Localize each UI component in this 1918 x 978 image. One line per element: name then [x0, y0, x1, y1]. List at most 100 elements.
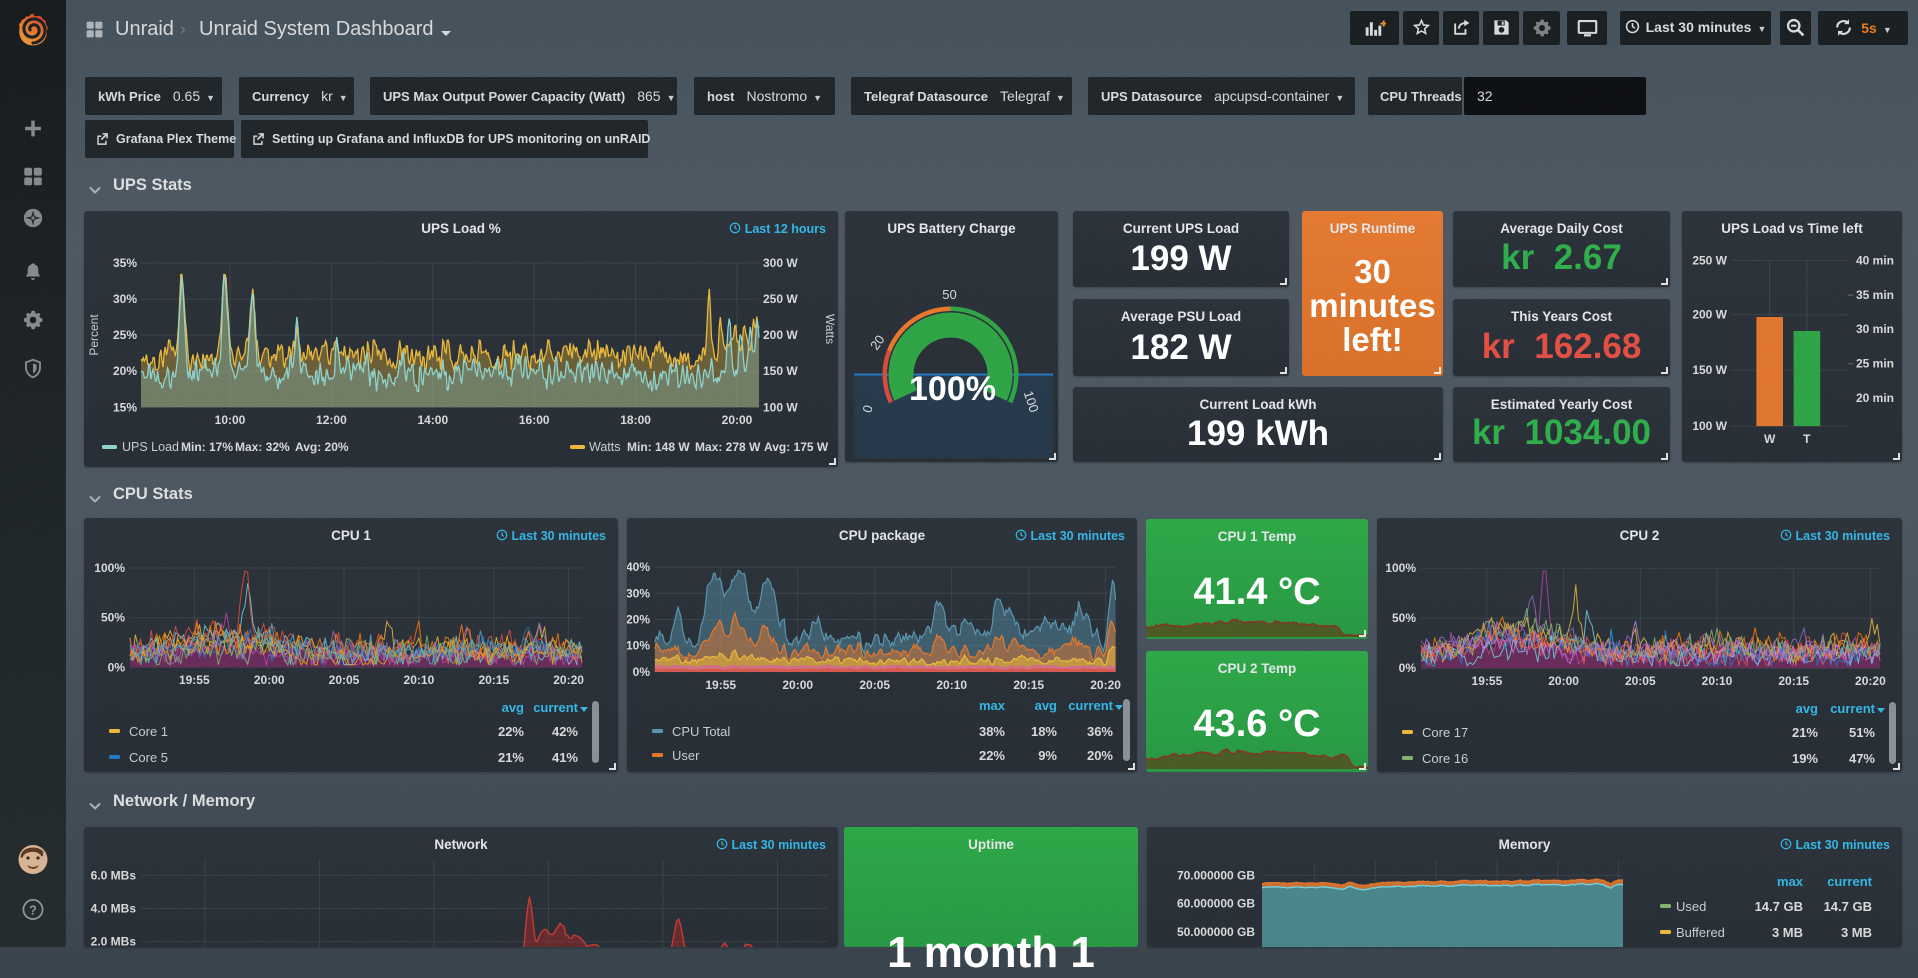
- svg-text:18%: 18%: [1031, 724, 1057, 739]
- svg-text:20:15: 20:15: [1778, 674, 1809, 688]
- svg-text:current: current: [1830, 701, 1875, 716]
- svg-text:?: ?: [29, 903, 37, 917]
- svg-text:current: current: [533, 700, 578, 715]
- svg-text:Watts: Watts: [589, 440, 620, 454]
- svg-text:10:00: 10:00: [215, 413, 246, 427]
- svg-text:Avg: 175 W: Avg: 175 W: [764, 440, 829, 454]
- svg-text:35%: 35%: [113, 256, 137, 270]
- svg-text:UPS Load: UPS Load: [122, 440, 179, 454]
- svg-text:Watts: Watts: [823, 314, 837, 344]
- svg-text:2.0 MBs: 2.0 MBs: [91, 935, 137, 947]
- svg-text:6.0 MBs: 6.0 MBs: [91, 868, 137, 882]
- svg-text:20:10: 20:10: [404, 673, 435, 687]
- svg-text:3 MB: 3 MB: [1841, 925, 1872, 940]
- svg-text:20:15: 20:15: [478, 673, 509, 687]
- svg-text:Core 16: Core 16: [1422, 751, 1468, 766]
- svg-text:42%: 42%: [552, 724, 578, 739]
- svg-text:300 W: 300 W: [763, 256, 798, 270]
- svg-text:20:05: 20:05: [859, 678, 890, 692]
- svg-text:max: max: [979, 698, 1006, 713]
- svg-text:20%: 20%: [1087, 748, 1113, 763]
- svg-text:Buffered: Buffered: [1676, 925, 1725, 940]
- svg-text:3 MB: 3 MB: [1772, 925, 1803, 940]
- svg-text:Avg: 20%: Avg: 20%: [295, 440, 349, 454]
- svg-text:100%: 100%: [94, 561, 125, 575]
- svg-text:40 min: 40 min: [1856, 253, 1894, 267]
- svg-text:30%: 30%: [113, 292, 137, 306]
- svg-text:250 W: 250 W: [1692, 253, 1727, 267]
- svg-text:10%: 10%: [627, 639, 650, 653]
- svg-text:max: max: [1777, 874, 1804, 889]
- svg-text:100 W: 100 W: [1692, 419, 1727, 433]
- svg-text:20:20: 20:20: [553, 673, 584, 687]
- svg-text:20:20: 20:20: [1855, 674, 1886, 688]
- svg-text:Percent: Percent: [87, 314, 101, 356]
- svg-text:60.000000 GB: 60.000000 GB: [1177, 897, 1255, 911]
- svg-text:250 W: 250 W: [763, 292, 798, 306]
- svg-text:Used: Used: [1676, 899, 1706, 914]
- svg-text:25 min: 25 min: [1856, 357, 1894, 371]
- svg-text:9%: 9%: [1038, 748, 1057, 763]
- svg-text:Core 5: Core 5: [129, 750, 168, 765]
- svg-text:Core 17: Core 17: [1422, 725, 1468, 740]
- svg-text:0%: 0%: [633, 665, 651, 679]
- svg-text:current: current: [1068, 698, 1113, 713]
- svg-text:36%: 36%: [1087, 724, 1113, 739]
- svg-text:20: 20: [867, 332, 888, 352]
- svg-text:18:00: 18:00: [620, 413, 651, 427]
- svg-text:User: User: [672, 748, 700, 763]
- svg-text:14:00: 14:00: [417, 413, 448, 427]
- svg-text:12:00: 12:00: [316, 413, 347, 427]
- svg-text:19:55: 19:55: [179, 673, 210, 687]
- svg-text:W: W: [1764, 432, 1776, 446]
- svg-text:20:10: 20:10: [1702, 674, 1733, 688]
- svg-text:50%: 50%: [101, 611, 125, 625]
- svg-text:Core 1: Core 1: [129, 724, 168, 739]
- svg-text:50: 50: [942, 287, 956, 302]
- svg-text:70.000000 GB: 70.000000 GB: [1177, 868, 1255, 882]
- svg-text:0%: 0%: [1399, 661, 1417, 675]
- svg-text:Min: 148 W: Min: 148 W: [627, 440, 690, 454]
- svg-text:41%: 41%: [552, 750, 578, 765]
- svg-text:50%: 50%: [1392, 611, 1416, 625]
- svg-text:14.7 GB: 14.7 GB: [1824, 899, 1872, 914]
- svg-text:avg: avg: [1796, 701, 1818, 716]
- svg-text:Min: 17%: Min: 17%: [181, 440, 233, 454]
- svg-text:21%: 21%: [1792, 725, 1818, 740]
- svg-text:30%: 30%: [627, 586, 650, 600]
- svg-text:0%: 0%: [108, 660, 126, 674]
- svg-text:40%: 40%: [627, 560, 650, 574]
- svg-text:14.7 GB: 14.7 GB: [1755, 899, 1803, 914]
- svg-text:150 W: 150 W: [763, 364, 798, 378]
- svg-text:20%: 20%: [627, 612, 650, 626]
- svg-text:19:55: 19:55: [1472, 674, 1503, 688]
- svg-text:20%: 20%: [113, 364, 137, 378]
- svg-text:200 W: 200 W: [1692, 308, 1727, 322]
- svg-text:CPU Total: CPU Total: [672, 724, 730, 739]
- svg-text:22%: 22%: [979, 748, 1005, 763]
- svg-text:20:00: 20:00: [782, 678, 813, 692]
- svg-text:19:55: 19:55: [705, 678, 736, 692]
- svg-text:100%: 100%: [909, 370, 996, 408]
- svg-text:20:15: 20:15: [1013, 678, 1044, 692]
- svg-text:4.0 MBs: 4.0 MBs: [91, 901, 137, 915]
- svg-text:200 W: 200 W: [763, 328, 798, 342]
- svg-text:20:20: 20:20: [1090, 678, 1121, 692]
- svg-text:15%: 15%: [113, 400, 137, 414]
- svg-text:Max: 278 W: Max: 278 W: [695, 440, 761, 454]
- svg-text:20:00: 20:00: [1548, 674, 1579, 688]
- svg-text:30 min: 30 min: [1856, 322, 1894, 336]
- svg-text:T: T: [1803, 432, 1811, 446]
- svg-text:20:10: 20:10: [936, 678, 967, 692]
- svg-text:20 min: 20 min: [1856, 391, 1894, 405]
- svg-text:150 W: 150 W: [1692, 363, 1727, 377]
- svg-text:47%: 47%: [1849, 751, 1875, 766]
- svg-text:100%: 100%: [1385, 561, 1416, 575]
- svg-text:100 W: 100 W: [763, 400, 798, 414]
- svg-text:50.000000 GB: 50.000000 GB: [1177, 925, 1255, 939]
- svg-text:avg: avg: [1035, 698, 1057, 713]
- svg-text:20:00: 20:00: [722, 413, 753, 427]
- svg-text:35 min: 35 min: [1856, 288, 1894, 302]
- svg-text:38%: 38%: [979, 724, 1005, 739]
- svg-text:20:05: 20:05: [329, 673, 360, 687]
